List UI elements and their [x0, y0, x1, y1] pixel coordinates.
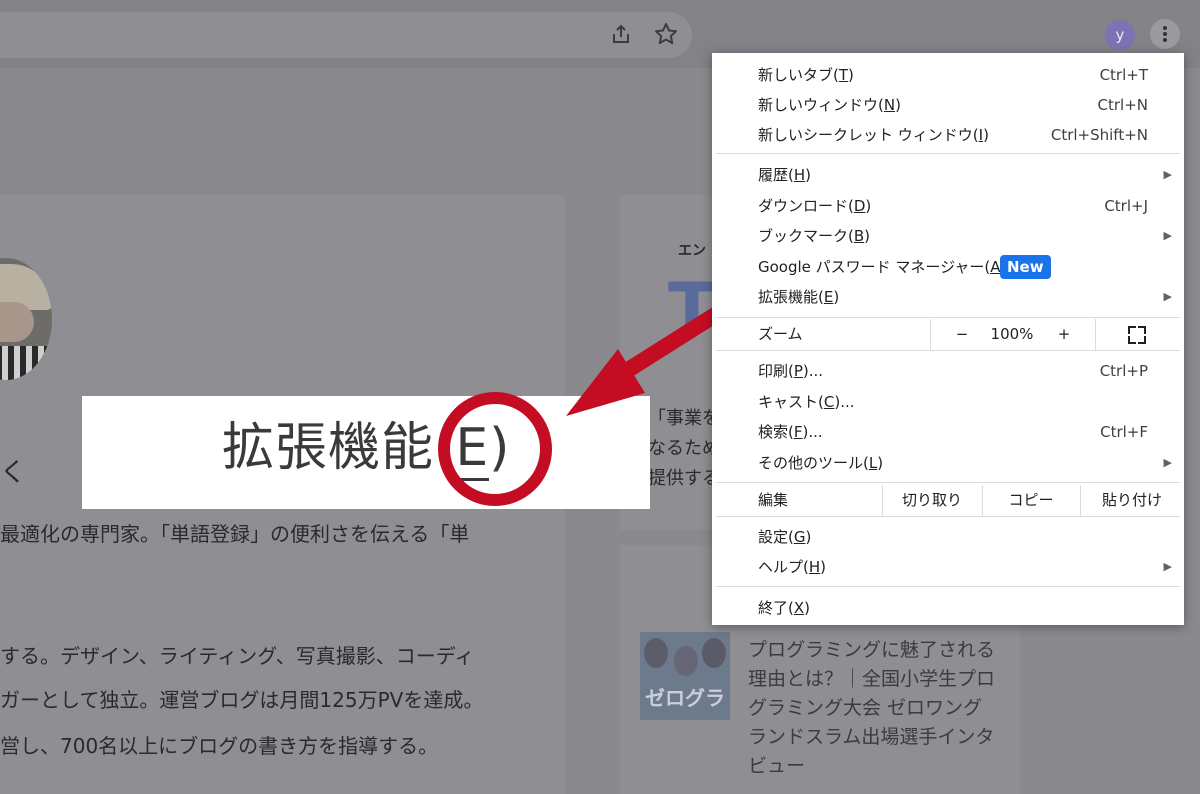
menu-item-cast[interactable]: キャスト(C)...	[712, 387, 1184, 417]
menu-item-bookmarks[interactable]: ブックマーク(B) ▶	[712, 221, 1184, 251]
menu-item-exit[interactable]: 終了(X)	[712, 593, 1184, 623]
copy-button[interactable]: コピー	[982, 485, 1080, 515]
edit-label: 編集	[758, 491, 789, 509]
menu-item-new-tab[interactable]: 新しいタブ(T) Ctrl+T	[712, 60, 1184, 90]
shortcut: Ctrl+T	[1099, 66, 1148, 84]
menu-separator	[716, 350, 1180, 351]
submenu-arrow-icon: ▶	[1163, 290, 1172, 303]
submenu-arrow-icon: ▶	[1163, 456, 1172, 469]
menu-item-history[interactable]: 履歴(H) ▶	[712, 160, 1184, 190]
menu-item-downloads[interactable]: ダウンロード(D) Ctrl+J	[712, 191, 1184, 221]
menu-zoom-row: ズーム − 100% +	[712, 319, 1184, 351]
paste-button[interactable]: 貼り付け	[1080, 485, 1184, 515]
menu-separator	[716, 153, 1180, 154]
shortcut: Ctrl+J	[1104, 197, 1148, 215]
menu-separator	[716, 516, 1180, 517]
zoom-in-button[interactable]: +	[1054, 319, 1074, 349]
menu-item-help[interactable]: ヘルプ(H) ▶	[712, 552, 1184, 582]
chrome-main-menu: 新しいタブ(T) Ctrl+T 新しいウィンドウ(N) Ctrl+N 新しいシー…	[712, 53, 1184, 625]
menu-item-find[interactable]: 検索(F)... Ctrl+F	[712, 417, 1184, 447]
shortcut: Ctrl+Shift+N	[1050, 126, 1148, 144]
menu-item-print[interactable]: 印刷(P)... Ctrl+P	[712, 356, 1184, 386]
menu-item-extensions[interactable]: 拡張機能(E) ▶	[712, 282, 1184, 312]
shortcut: Ctrl+N	[1097, 96, 1148, 114]
new-badge: New	[1000, 255, 1051, 279]
menu-separator	[716, 317, 1180, 318]
menu-edit-row: 編集 切り取り コピー 貼り付け	[712, 485, 1184, 517]
menu-separator	[716, 482, 1180, 483]
submenu-arrow-icon: ▶	[1163, 560, 1172, 573]
menu-item-password-manager[interactable]: Google パスワード マネージャー(A) New	[712, 252, 1184, 282]
menu-item-settings[interactable]: 設定(G)	[712, 522, 1184, 552]
menu-item-incognito[interactable]: 新しいシークレット ウィンドウ(I) Ctrl+Shift+N	[712, 120, 1184, 150]
zoom-label: ズーム	[758, 325, 803, 343]
cut-button[interactable]: 切り取り	[882, 485, 982, 515]
submenu-arrow-icon: ▶	[1163, 229, 1172, 242]
menu-item-more-tools[interactable]: その他のツール(L) ▶	[712, 448, 1184, 478]
zoom-level: 100%	[990, 325, 1034, 343]
menu-item-new-window[interactable]: 新しいウィンドウ(N) Ctrl+N	[712, 90, 1184, 120]
submenu-arrow-icon: ▶	[1163, 168, 1172, 181]
shortcut: Ctrl+P	[1099, 362, 1148, 380]
menu-separator	[716, 586, 1180, 587]
shortcut: Ctrl+F	[1100, 423, 1148, 441]
fullscreen-icon[interactable]	[1128, 326, 1146, 344]
zoom-out-button[interactable]: −	[952, 319, 972, 349]
